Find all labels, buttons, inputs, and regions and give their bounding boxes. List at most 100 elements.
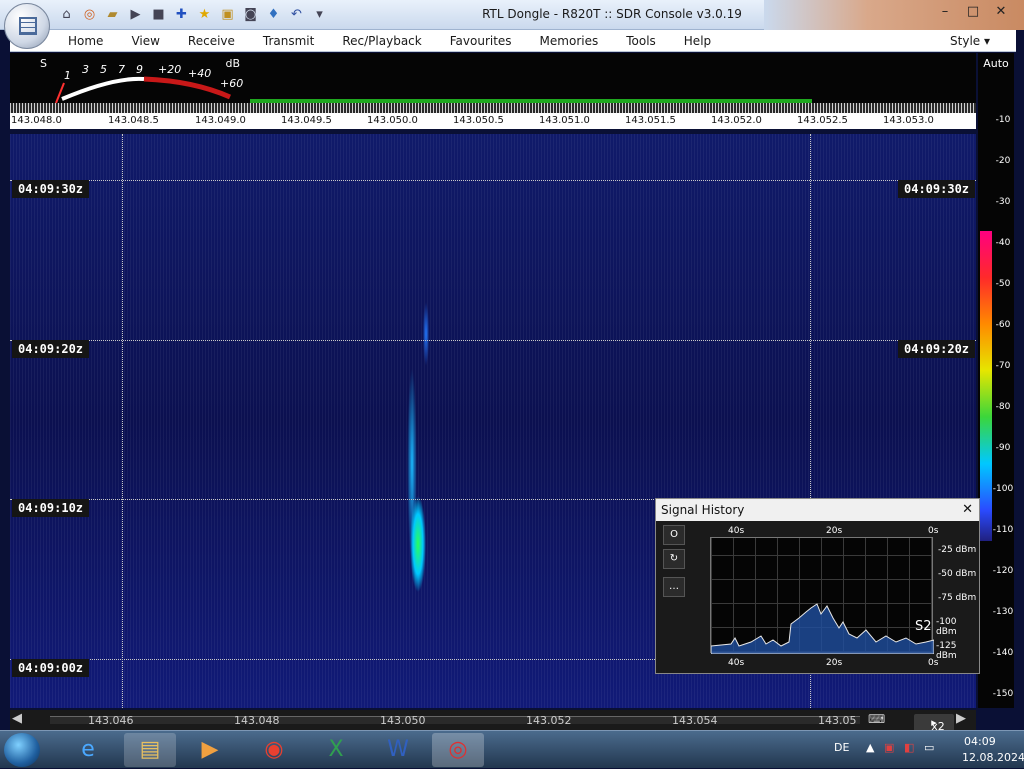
menu-home[interactable]: Home: [54, 30, 117, 52]
network-icon[interactable]: ▣: [884, 741, 894, 754]
level-minus125: -125 dBm: [936, 641, 957, 661]
overview-tick: 143.048: [234, 714, 280, 727]
scroll-left-icon[interactable]: ◀: [12, 711, 22, 726]
menu-favourites[interactable]: Favourites: [436, 30, 526, 52]
menu-help[interactable]: Help: [670, 30, 725, 52]
freq-tick: 143.049.5: [281, 115, 332, 126]
level-tick: -50: [995, 279, 1011, 289]
signal-history-window: Signal History ✕ O ↻ … 40s 20s 0s -25 dB…: [655, 498, 980, 674]
chrome-icon[interactable]: ◉: [248, 733, 300, 767]
level-tick: -70: [995, 361, 1011, 371]
signal-meter: S dB 1 3 5 7 9 +20 +40 +60: [34, 55, 244, 105]
more-options-button[interactable]: …: [663, 577, 685, 597]
freq-tick: 143.050.0: [367, 115, 418, 126]
level-tick: -10: [995, 115, 1011, 125]
color-level-scale[interactable]: Auto -10 -20 -30 -40 -50 -60 -70 -80 -90…: [978, 53, 1014, 708]
time-label-right: 04:09:20z: [898, 340, 976, 358]
grid-line-horizontal: [10, 180, 976, 181]
time-label-left: 04:09:30z: [12, 180, 90, 198]
excel-icon[interactable]: X: [310, 733, 362, 767]
close-button[interactable]: ✕: [988, 2, 1014, 22]
time-top-40s: 40s: [728, 526, 745, 536]
overview-tick: 143.046: [88, 714, 134, 727]
menu-tools[interactable]: Tools: [612, 30, 670, 52]
clock-date[interactable]: 12.08.2024: [962, 751, 1024, 764]
file-explorer-icon[interactable]: ▤: [124, 733, 176, 767]
title-bar: ⌂ ◎ ▰ ▶ ■ ✚ ★ ▣ ◙ ♦ ↶ ▾ RTL Dongle - R82…: [0, 0, 1024, 30]
style-dropdown[interactable]: Style ▾: [950, 34, 990, 48]
level-tick: -140: [992, 648, 1014, 658]
system-tray: DE ▲ ▣ ◧ ▭ 04:09 12.08.2024: [804, 731, 1024, 769]
freq-tick: 143.051.0: [539, 115, 590, 126]
keyboard-icon[interactable]: ⌨: [868, 712, 885, 726]
freq-tick: 143.053.0: [883, 115, 934, 126]
window-title: RTL Dongle - R820T :: SDR Console v3.0.1…: [482, 7, 742, 21]
time-top-20s: 20s: [826, 526, 843, 536]
language-indicator[interactable]: DE: [834, 741, 849, 754]
level-tick: -90: [995, 443, 1011, 453]
level-tick: -20: [995, 156, 1011, 166]
maximize-button[interactable]: □: [960, 2, 986, 22]
window-controls: – □ ✕: [932, 2, 1014, 22]
level-tick: -110: [992, 525, 1014, 535]
overview-tick: 143.052: [526, 714, 572, 727]
auto-level-button[interactable]: Auto: [978, 57, 1014, 70]
frequency-axis[interactable]: 143.048.0 143.048.5 143.049.0 143.049.5 …: [10, 113, 976, 129]
internet-explorer-icon[interactable]: e: [62, 733, 114, 767]
time-bottom-40s: 40s: [728, 658, 745, 668]
app-logo-icon: [19, 17, 37, 35]
level-minus75: -75 dBm: [938, 593, 977, 603]
level-tick: -130: [992, 607, 1014, 617]
tray-expand-icon[interactable]: ▲: [866, 741, 874, 754]
record-toggle-button[interactable]: O: [663, 525, 685, 545]
clock-time[interactable]: 04:09: [964, 735, 996, 748]
freq-tick: 143.048.0: [11, 115, 62, 126]
level-minus100: -100 dBm: [936, 617, 957, 637]
menu-memories[interactable]: Memories: [526, 30, 613, 52]
time-label-left: 04:09:00z: [12, 659, 90, 677]
windows-taskbar: e ▤ ▶ ◉ X W ◎ DE ▲ ▣ ◧ ▭ 04:09 12.08.202…: [0, 730, 1024, 768]
signal-history-plot: [710, 537, 934, 654]
start-button[interactable]: [4, 733, 40, 767]
level-tick: -60: [995, 320, 1011, 330]
level-tick: -100: [992, 484, 1014, 494]
color-gradient-band: [980, 231, 992, 541]
menu-view[interactable]: View: [117, 30, 173, 52]
volume-icon[interactable]: ◧: [904, 741, 914, 754]
reset-button[interactable]: ↻: [663, 549, 685, 569]
level-tick: -120: [992, 566, 1014, 576]
time-label-right: 04:09:30z: [898, 180, 976, 198]
menu-receive[interactable]: Receive: [174, 30, 249, 52]
freq-tick: 143.052.0: [711, 115, 762, 126]
overview-scrollbar[interactable]: ◀ 143.046 143.048 143.050 143.052 143.05…: [10, 710, 976, 733]
spectrum-panel[interactable]: S dB 1 3 5 7 9 +20 +40 +60: [10, 53, 976, 113]
media-player-icon[interactable]: ▶: [184, 733, 236, 767]
level-minus25: -25 dBm: [938, 545, 977, 555]
grid-line-horizontal: [10, 659, 655, 660]
level-tick: -150: [992, 689, 1014, 699]
freq-tick: 143.051.5: [625, 115, 676, 126]
signal-history-title: Signal History: [661, 503, 745, 517]
time-bottom-20s: 20s: [826, 658, 843, 668]
level-tick: -30: [995, 197, 1011, 207]
level-tick: -80: [995, 402, 1011, 412]
overview-tick: 143.05: [818, 714, 857, 727]
minimize-button[interactable]: –: [932, 2, 958, 22]
action-center-icon[interactable]: ▭: [924, 741, 934, 754]
s-meter-reading: S2: [915, 619, 932, 634]
scroll-track[interactable]: [50, 716, 860, 724]
scroll-right-icon[interactable]: ▶: [956, 711, 966, 726]
menu-rec-playback[interactable]: Rec/Playback: [328, 30, 435, 52]
grid-line-horizontal: [10, 340, 976, 341]
grid-line-vertical: [122, 134, 123, 708]
signal-history-close-icon[interactable]: ✕: [962, 499, 973, 521]
level-minus50: -50 dBm: [938, 569, 977, 579]
application-menu-button[interactable]: [4, 3, 50, 49]
menu-transmit[interactable]: Transmit: [249, 30, 328, 52]
freq-tick: 143.052.5: [797, 115, 848, 126]
freq-tick: 143.050.5: [453, 115, 504, 126]
sdr-console-icon[interactable]: ◎: [432, 733, 484, 767]
word-icon[interactable]: W: [372, 733, 424, 767]
freq-tick: 143.048.5: [108, 115, 159, 126]
spectrum-trace: [10, 103, 976, 113]
